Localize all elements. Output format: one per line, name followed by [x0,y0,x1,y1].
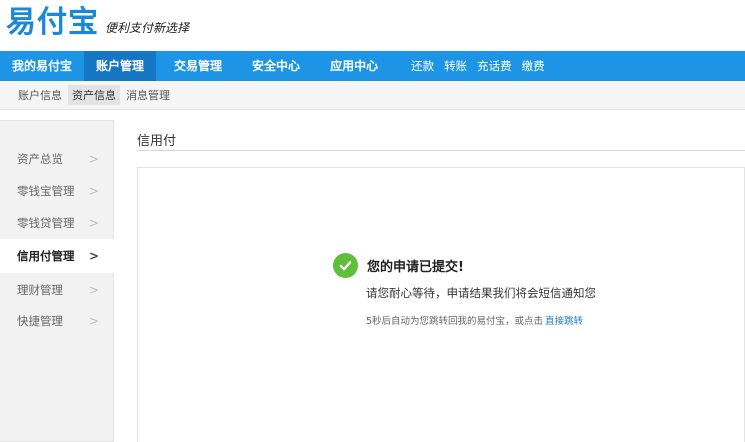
main-nav: 我的易付宝 账户管理 交易管理 安全中心 应用中心 还款 转账 充话费 缴费 [0,51,745,81]
chevron-right-icon: > [89,184,100,198]
sidebar-item-asset-overview[interactable]: 资产总览 > [0,142,114,176]
page-title: 信用付 [137,134,177,149]
redirect-notice: 5秒后自动为您跳转回我的易付宝，或点击 直接跳转 [366,313,583,327]
nav-my-yifubao[interactable]: 我的易付宝 [0,51,84,81]
chevron-right-icon: > [89,314,100,328]
sub-nav: 账户信息 资产信息 消息管理 [0,81,745,110]
nav-link-topup[interactable]: 充话费 [472,51,517,81]
check-circle-icon [333,253,358,278]
logo[interactable]: 易付宝 便利支付新选择 [6,6,189,40]
nav-link-transfer[interactable]: 转账 [439,51,472,81]
sidebar-item-quickpay[interactable]: 快捷管理 > [0,304,114,338]
sidebar-item-label: 理财管理 [17,283,63,297]
sidebar-item-label: 快捷管理 [17,314,63,328]
nav-transaction-management[interactable]: 交易管理 [162,51,234,81]
logo-slogan: 便利支付新选择 [105,21,190,35]
sidebar-item-wealth[interactable]: 理财管理 > [0,273,114,307]
success-title: 您的申请已提交! [367,260,464,275]
sidebar-item-label: 零钱贷管理 [17,216,75,230]
chevron-right-icon: > [89,283,100,297]
success-description: 请您耐心等待，申请结果我们将会短信通知您 [366,286,596,300]
sidebar-item-lingqiandai[interactable]: 零钱贷管理 > [0,206,114,240]
title-divider [137,150,745,151]
success-message: 您的申请已提交! [333,253,464,278]
logo-text: 易付宝 [6,5,99,40]
chevron-right-icon: > [89,152,100,166]
sidebar-item-label: 资产总览 [17,152,63,166]
sidebar-item-lingqianbao[interactable]: 零钱宝管理 > [0,174,114,208]
header: 易付宝 便利支付新选择 [0,0,745,48]
subnav-asset-info[interactable]: 资产信息 [68,85,120,105]
nav-account-management[interactable]: 账户管理 [84,51,157,81]
nav-link-repay[interactable]: 还款 [406,51,439,81]
sidebar: 资产总览 > 零钱宝管理 > 零钱贷管理 > 信用付管理 > 理财管理 > 快捷… [0,120,114,442]
sidebar-item-label: 信用付管理 [17,249,75,263]
subnav-message-management[interactable]: 消息管理 [122,85,174,105]
redirect-now-link[interactable]: 直接跳转 [545,316,583,327]
nav-security-center[interactable]: 安全中心 [240,51,312,81]
sidebar-item-xinyongfu[interactable]: 信用付管理 > [0,239,114,273]
chevron-right-icon: > [89,249,100,263]
chevron-right-icon: > [89,216,100,230]
subnav-account-info[interactable]: 账户信息 [14,85,66,105]
sidebar-item-label: 零钱宝管理 [17,184,75,198]
redirect-text: 5秒后自动为您跳转回我的易付宝，或点击 [366,316,544,327]
nav-link-bills[interactable]: 缴费 [517,51,550,81]
nav-app-center[interactable]: 应用中心 [318,51,390,81]
result-panel [137,167,745,442]
